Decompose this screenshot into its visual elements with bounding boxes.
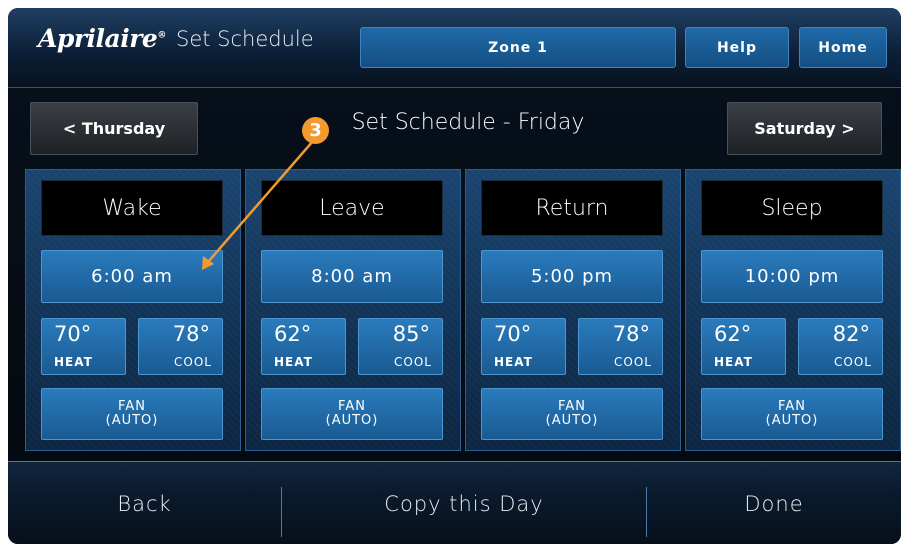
cool-setpoint-button[interactable]: 82° COOL	[798, 318, 883, 375]
period-column-leave: Leave 8:00 am 62° HEAT 85° COOL FAN (AUT…	[245, 169, 461, 451]
heat-value: 62°	[274, 322, 312, 346]
fan-label: FAN	[118, 399, 146, 414]
brand-logo: Aprilaire®	[38, 24, 166, 53]
zone-button[interactable]: Zone 1	[360, 27, 676, 68]
period-name: Return	[481, 180, 663, 236]
footer-bar: Back Copy this Day Done	[8, 461, 901, 544]
heat-setpoint-button[interactable]: 62° HEAT	[701, 318, 786, 375]
previous-day-button[interactable]: < Thursday	[30, 102, 198, 155]
cool-value: 78°	[172, 322, 210, 346]
period-time-button[interactable]: 10:00 pm	[701, 250, 883, 303]
heat-label: HEAT	[714, 355, 753, 369]
cool-label: COOL	[614, 355, 652, 369]
fan-mode: (AUTO)	[105, 413, 159, 428]
fan-mode-button[interactable]: FAN (AUTO)	[261, 388, 443, 440]
cool-label: COOL	[174, 355, 212, 369]
fan-label: FAN	[778, 399, 806, 414]
period-time-button[interactable]: 8:00 am	[261, 250, 443, 303]
back-button[interactable]: Back	[8, 462, 281, 544]
heat-setpoint-button[interactable]: 62° HEAT	[261, 318, 346, 375]
done-button[interactable]: Done	[647, 462, 901, 544]
cool-setpoint-button[interactable]: 85° COOL	[358, 318, 443, 375]
heat-setpoint-button[interactable]: 70° HEAT	[481, 318, 566, 375]
page-title: Set Schedule	[176, 27, 314, 51]
next-day-button[interactable]: Saturday >	[727, 102, 882, 155]
home-button[interactable]: Home	[799, 27, 887, 68]
fan-mode: (AUTO)	[545, 413, 599, 428]
heat-value: 70°	[54, 322, 92, 346]
period-name: Leave	[261, 180, 443, 236]
thermostat-screen: Aprilaire® Set Schedule Zone 1 Help Home…	[8, 8, 901, 544]
schedule-day-title: Set Schedule - Friday	[351, 110, 585, 135]
heat-label: HEAT	[274, 355, 313, 369]
heat-value: 70°	[494, 322, 532, 346]
header-bar: Aprilaire® Set Schedule Zone 1 Help Home	[8, 8, 901, 88]
cool-label: COOL	[394, 355, 432, 369]
period-column-wake: Wake 6:00 am 70° HEAT 78° COOL FAN (AUTO…	[25, 169, 241, 451]
fan-mode-button[interactable]: FAN (AUTO)	[41, 388, 223, 440]
cool-value: 78°	[612, 322, 650, 346]
help-button[interactable]: Help	[685, 27, 789, 68]
heat-value: 62°	[714, 322, 752, 346]
heat-setpoint-button[interactable]: 70° HEAT	[41, 318, 126, 375]
fan-mode: (AUTO)	[325, 413, 379, 428]
cool-setpoint-button[interactable]: 78° COOL	[138, 318, 223, 375]
fan-label: FAN	[338, 399, 366, 414]
period-column-return: Return 5:00 pm 70° HEAT 78° COOL FAN (AU…	[465, 169, 681, 451]
cool-setpoint-button[interactable]: 78° COOL	[578, 318, 663, 375]
period-name: Wake	[41, 180, 223, 236]
period-time-button[interactable]: 5:00 pm	[481, 250, 663, 303]
period-time-button[interactable]: 6:00 am	[41, 250, 223, 303]
fan-mode-button[interactable]: FAN (AUTO)	[701, 388, 883, 440]
period-name: Sleep	[701, 180, 883, 236]
cool-value: 85°	[392, 322, 430, 346]
heat-label: HEAT	[494, 355, 533, 369]
fan-label: FAN	[558, 399, 586, 414]
fan-mode-button[interactable]: FAN (AUTO)	[481, 388, 663, 440]
period-column-sleep: Sleep 10:00 pm 62° HEAT 82° COOL FAN (AU…	[685, 169, 901, 451]
step-callout-badge: 3	[302, 117, 329, 144]
heat-label: HEAT	[54, 355, 93, 369]
copy-day-button[interactable]: Copy this Day	[282, 462, 646, 544]
cool-label: COOL	[834, 355, 872, 369]
cool-value: 82°	[832, 322, 870, 346]
fan-mode: (AUTO)	[765, 413, 819, 428]
